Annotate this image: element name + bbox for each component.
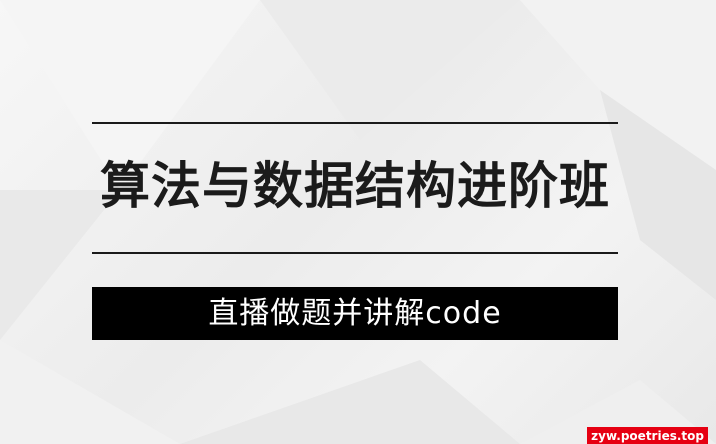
course-subtitle: 直播做题并讲解code (208, 296, 502, 331)
course-banner: 算法与数据结构进阶班 直播做题并讲解code zyw.poetries.top (0, 0, 716, 444)
background-facets (0, 0, 716, 444)
course-title: 算法与数据结构进阶班 (100, 157, 610, 215)
bottom-divider (92, 252, 618, 254)
subtitle-bar: 直播做题并讲解code (92, 287, 618, 340)
site-watermark: zyw.poetries.top (587, 427, 708, 444)
top-divider (92, 122, 618, 124)
